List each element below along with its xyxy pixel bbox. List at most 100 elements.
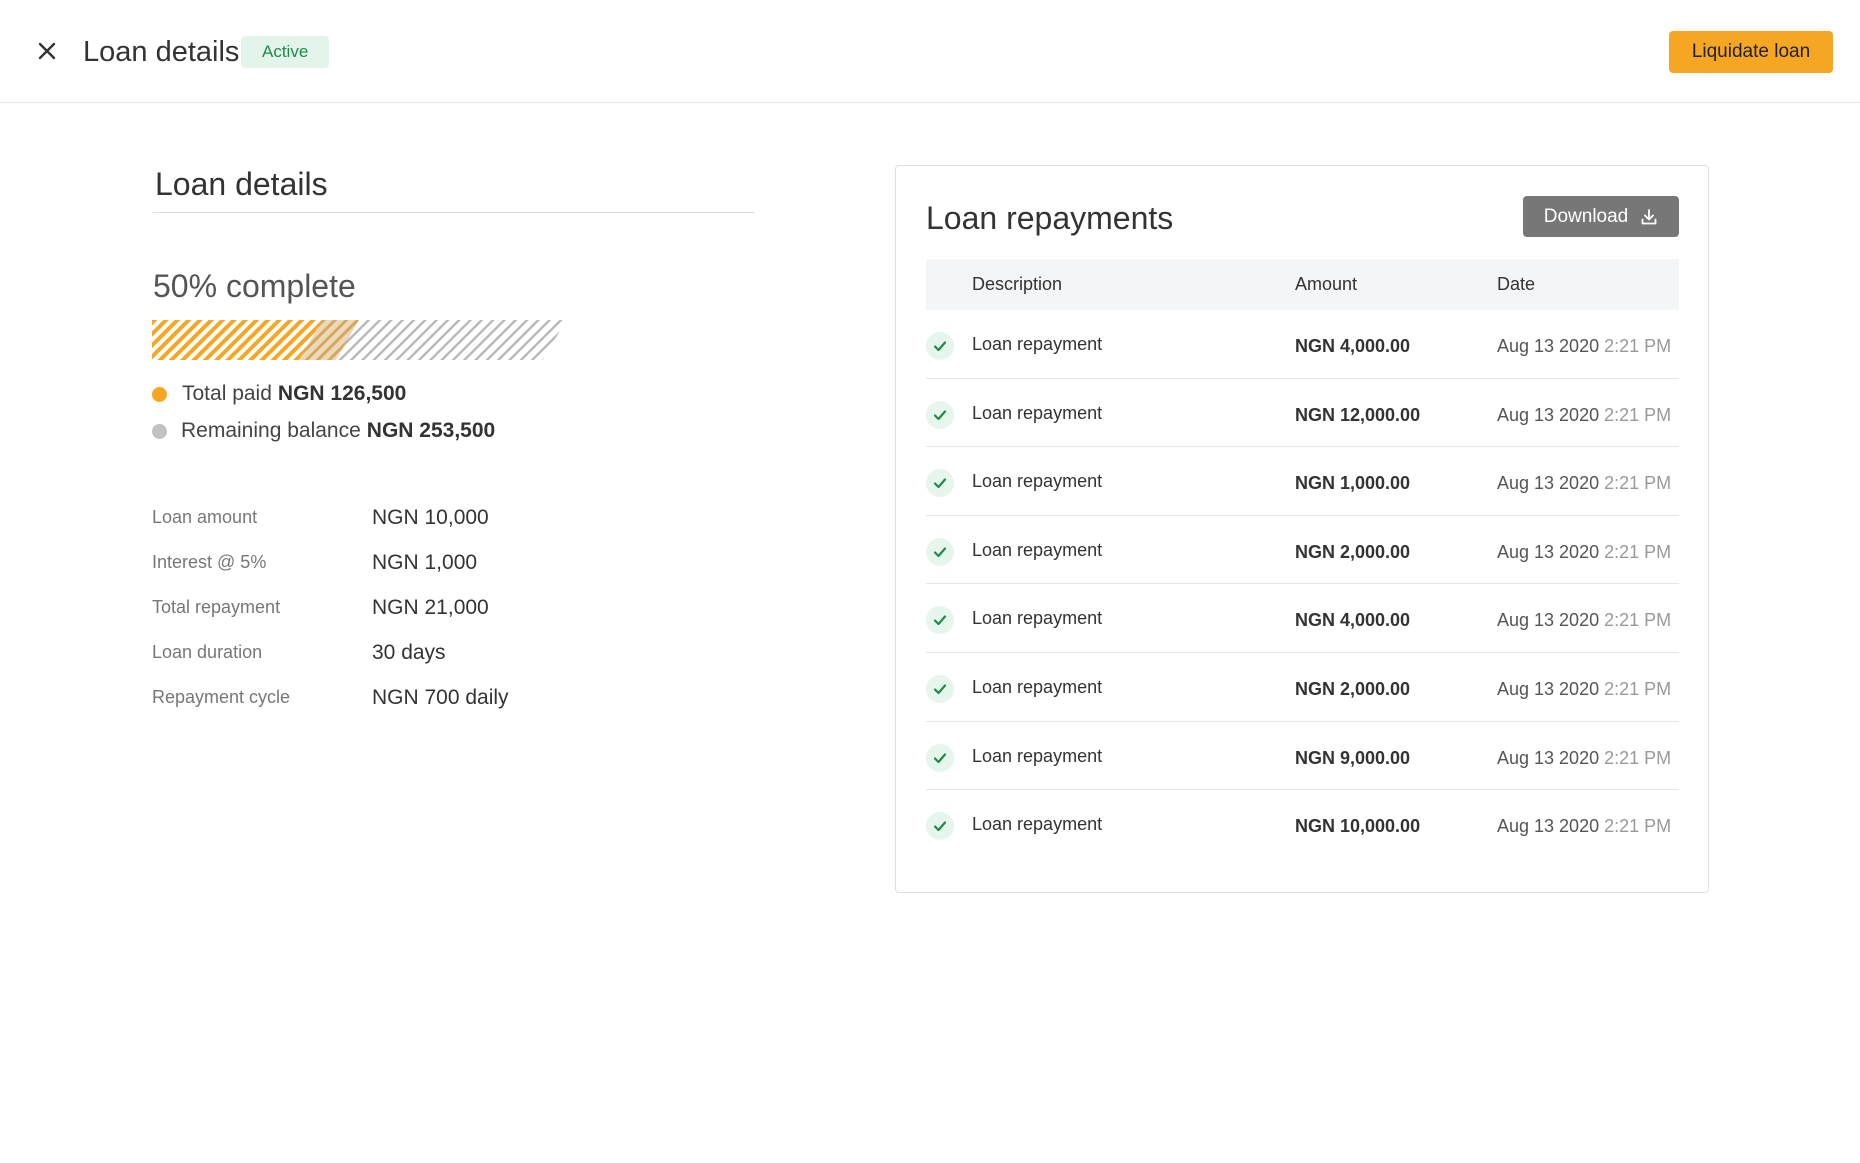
remaining-balance-label: Remaining balance bbox=[181, 419, 361, 442]
info-label: Total repayment bbox=[152, 597, 281, 617]
page-header: Loan details Active Liquidate loan bbox=[0, 0, 1860, 103]
info-row-loan-amount: Loan amount NGN 10,000 bbox=[152, 495, 509, 540]
table-row: Loan repayment NGN 9,000.00 Aug 13 2020 2… bbox=[926, 722, 1679, 791]
row-amount: NGN 4,000.00 bbox=[1295, 336, 1411, 356]
row-date-day: Aug 13 2020 bbox=[1497, 473, 1600, 494]
row-description: Loan repayment bbox=[972, 334, 1103, 354]
row-date-time: 2:21 PM bbox=[1604, 816, 1672, 837]
info-row-repayment-cycle: Repayment cycle NGN 700 daily bbox=[152, 675, 509, 720]
row-description: Loan repayment bbox=[972, 676, 1103, 697]
row-date: Aug 13 2020 2:21 PM bbox=[1497, 449, 1671, 517]
table-row: Loan repayment NGN 1,000.00 Aug 13 2020 2… bbox=[926, 447, 1679, 516]
row-date-time: 2:21 PM bbox=[1604, 336, 1672, 356]
row-date: Aug 13 2020 2:21 PM bbox=[1497, 724, 1671, 792]
legend-remaining-balance: Remaining balance NGN 253,500 bbox=[152, 417, 495, 445]
row-date: Aug 13 2020 2:21 PM bbox=[1497, 381, 1671, 449]
row-date-day: Aug 13 2020 bbox=[1497, 541, 1600, 562]
row-description: Loan repayment bbox=[972, 608, 1103, 629]
row-date: Aug 13 2020 2:21 PM bbox=[1497, 655, 1671, 723]
check-icon bbox=[926, 469, 954, 498]
row-amount: NGN 1,000.00 bbox=[1295, 473, 1411, 494]
repayments-table-body: Loan repayment NGN 4,000.00 Aug 13 2020 2… bbox=[926, 310, 1679, 859]
check-icon bbox=[926, 537, 954, 566]
repayment-progress-bar bbox=[152, 320, 566, 360]
check-icon bbox=[926, 674, 954, 703]
repayments-heading: Loan repayments bbox=[926, 200, 1174, 236]
row-description: Loan repayment bbox=[972, 814, 1103, 835]
paid-dot-icon bbox=[152, 386, 167, 402]
progress-label: 50% complete bbox=[153, 268, 356, 304]
row-date-time: 2:21 PM bbox=[1604, 610, 1672, 631]
close-icon bbox=[38, 42, 56, 60]
row-date-time: 2:21 PM bbox=[1604, 678, 1672, 699]
download-icon bbox=[1641, 208, 1657, 224]
info-value: NGN 1,000 bbox=[372, 550, 478, 574]
row-amount: NGN 2,000.00 bbox=[1295, 541, 1411, 562]
info-value: 30 days bbox=[372, 640, 446, 664]
row-amount: NGN 2,000.00 bbox=[1295, 678, 1411, 699]
progress-paid-segment bbox=[152, 320, 323, 360]
check-icon bbox=[926, 400, 954, 429]
legend-total-paid: Total paid NGN 126,500 bbox=[152, 380, 406, 408]
row-amount: NGN 12,000.00 bbox=[1295, 404, 1421, 425]
check-icon bbox=[926, 332, 954, 360]
total-paid-value: NGN 126,500 bbox=[277, 382, 407, 405]
info-label: Loan duration bbox=[152, 642, 263, 662]
check-icon bbox=[926, 743, 954, 772]
row-date-time: 2:21 PM bbox=[1604, 747, 1672, 768]
row-description: Loan repayment bbox=[972, 402, 1103, 423]
row-description: Loan repayment bbox=[972, 471, 1103, 492]
download-button[interactable]: Download bbox=[1523, 196, 1679, 237]
loan-details-heading: Loan details bbox=[155, 166, 328, 202]
row-date-time: 2:21 PM bbox=[1604, 541, 1672, 562]
table-row: Loan repayment NGN 10,000.00 Aug 13 2020… bbox=[926, 790, 1679, 859]
row-date: Aug 13 2020 2:21 PM bbox=[1497, 518, 1671, 586]
row-amount: NGN 10,000.00 bbox=[1295, 816, 1421, 837]
repayments-table-header: Description Amount Date bbox=[926, 259, 1679, 310]
column-amount: Amount bbox=[1295, 274, 1358, 294]
check-icon bbox=[926, 812, 954, 841]
row-amount: NGN 9,000.00 bbox=[1295, 747, 1411, 768]
info-label: Loan amount bbox=[152, 507, 258, 527]
status-badge: Active bbox=[241, 36, 330, 68]
column-description: Description bbox=[972, 274, 1063, 294]
table-row: Loan repayment NGN 2,000.00 Aug 13 2020 2… bbox=[926, 653, 1679, 722]
row-date: Aug 13 2020 2:21 PM bbox=[1497, 312, 1671, 380]
row-date: Aug 13 2020 2:21 PM bbox=[1497, 792, 1671, 860]
row-date-time: 2:21 PM bbox=[1604, 404, 1672, 425]
row-description: Loan repayment bbox=[972, 539, 1103, 560]
row-date-day: Aug 13 2020 bbox=[1497, 404, 1600, 425]
row-date: Aug 13 2020 2:21 PM bbox=[1497, 586, 1671, 654]
loan-repayments-card: Loan repayments Download Description Amo… bbox=[895, 165, 1709, 893]
remaining-dot-icon bbox=[152, 423, 167, 439]
section-divider bbox=[153, 212, 755, 213]
info-row-interest: Interest @ 5% NGN 1,000 bbox=[152, 540, 509, 585]
table-row: Loan repayment NGN 12,000.00 Aug 13 2020… bbox=[926, 379, 1679, 448]
column-date: Date bbox=[1497, 274, 1536, 294]
close-button[interactable] bbox=[32, 36, 62, 66]
info-label: Repayment cycle bbox=[152, 687, 291, 707]
info-value: NGN 21,000 bbox=[372, 595, 489, 619]
row-description: Loan repayment bbox=[972, 745, 1103, 766]
page-title: Loan details bbox=[83, 36, 240, 68]
info-row-loan-duration: Loan duration 30 days bbox=[152, 630, 509, 675]
row-date-day: Aug 13 2020 bbox=[1497, 336, 1600, 356]
total-paid-label: Total paid bbox=[182, 382, 272, 405]
info-value: NGN 700 daily bbox=[372, 685, 509, 709]
liquidate-loan-button[interactable]: Liquidate loan bbox=[1669, 31, 1833, 73]
table-row: Loan repayment NGN 4,000.00 Aug 13 2020 2… bbox=[926, 310, 1679, 379]
remaining-balance-value: NGN 253,500 bbox=[366, 419, 496, 442]
info-value: NGN 10,000 bbox=[372, 505, 489, 529]
table-row: Loan repayment NGN 4,000.00 Aug 13 2020 2… bbox=[926, 584, 1679, 653]
table-row: Loan repayment NGN 2,000.00 Aug 13 2020 2… bbox=[926, 516, 1679, 585]
row-amount: NGN 4,000.00 bbox=[1295, 610, 1411, 631]
download-label: Download bbox=[1543, 205, 1629, 227]
row-date-day: Aug 13 2020 bbox=[1497, 747, 1600, 768]
row-date-day: Aug 13 2020 bbox=[1497, 816, 1600, 837]
loan-info-table: Loan amount NGN 10,000 Interest @ 5% NGN… bbox=[152, 495, 509, 720]
info-row-total-repayment: Total repayment NGN 21,000 bbox=[152, 585, 509, 630]
row-date-day: Aug 13 2020 bbox=[1497, 678, 1600, 699]
check-icon bbox=[926, 606, 954, 635]
info-label: Interest @ 5% bbox=[152, 552, 267, 572]
row-date-day: Aug 13 2020 bbox=[1497, 610, 1600, 631]
